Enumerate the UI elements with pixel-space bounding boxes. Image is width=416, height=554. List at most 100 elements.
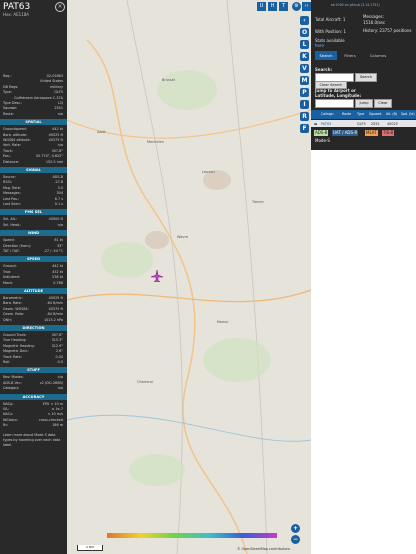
stats-here-link[interactable]: here: [315, 43, 324, 48]
detail-value: 0.788: [53, 280, 63, 285]
close-icon[interactable]: ×: [55, 2, 65, 12]
legend-tisb[interactable]: TIS-B: [382, 130, 395, 136]
detail-key: Baro. Rate:: [3, 301, 22, 306]
section-header-fms[interactable]: FMS SEL: [0, 209, 67, 216]
tab-search[interactable]: Search: [315, 51, 337, 60]
detail-value: United States: [40, 79, 63, 84]
section-header-spatial[interactable]: SPATIAL: [0, 119, 67, 126]
map-attribution[interactable]: © OpenStreetMap contributors.: [237, 547, 291, 551]
tab-filters[interactable]: Filters: [339, 51, 361, 60]
detail-key: Magnetic Heading:: [3, 343, 35, 348]
map-button-p[interactable]: P: [300, 88, 309, 97]
detail-key: Msg. Rate:: [3, 185, 21, 190]
section-header-accuracy[interactable]: ACCURACY: [0, 393, 67, 400]
detail-key: Geom. WGS84:: [3, 306, 29, 311]
column-callsign[interactable]: Callsign: [321, 112, 334, 116]
detail-value: 1013.2 hPa: [43, 317, 63, 322]
detail-key: Messages:: [3, 191, 21, 196]
detail-value: 40375 ft: [48, 306, 63, 311]
detail-key: Sel. Head.:: [3, 222, 22, 227]
map-button-t[interactable]: T: [279, 2, 288, 11]
detail-key: NACv:: [3, 412, 14, 417]
history-label: History: 23757 positions: [363, 28, 412, 33]
map-button-l[interactable]: L: [300, 40, 309, 49]
detail-key: DB flags:: [3, 84, 19, 89]
column-route[interactable]: Route: [342, 112, 351, 116]
zoom-out-button[interactable]: −: [291, 535, 300, 544]
column-squawk[interactable]: Squawk: [369, 112, 381, 116]
detail-value: 0.1 s: [54, 202, 63, 206]
section-header-direction[interactable]: DIRECTION: [0, 325, 67, 331]
detail-value: 304: [56, 191, 63, 196]
column-speed[interactable]: Spd. (kt): [401, 112, 415, 116]
detail-value: < 10 m/s: [47, 412, 63, 417]
detail-key: Source:: [3, 175, 16, 179]
column-type[interactable]: Type: [357, 112, 364, 116]
detail-key: Roll:: [3, 360, 11, 364]
map-button-h[interactable]: H: [268, 2, 277, 11]
detail-value: n/a: [57, 386, 63, 391]
row-callsign[interactable]: PAT63: [321, 122, 331, 126]
detail-key: WGS84 altitude:: [3, 138, 31, 142]
detail-value: 442 kt: [52, 127, 63, 132]
version-link[interactable]: tar1090 on github (3.14.1791): [331, 3, 380, 7]
detail-value: military: [50, 84, 63, 89]
map-button-m[interactable]: M: [300, 76, 309, 85]
detail-key: Direction (from):: [3, 243, 32, 248]
map-view[interactable]: Brussel Leuven Charleroi Namur Tienen Wa…: [67, 0, 311, 554]
zoom-in-button[interactable]: +: [291, 524, 300, 533]
detail-value: 0.00: [55, 354, 63, 359]
detail-value: 186 m: [52, 423, 63, 428]
detail-key: QNH:: [3, 317, 12, 322]
column-altitude[interactable]: Alt. (ft): [386, 112, 397, 116]
detail-key: Indicated:: [3, 275, 20, 280]
legend-adsb[interactable]: ADS-B: [314, 130, 329, 136]
expand-panel-icon[interactable]: ‹›: [302, 2, 311, 11]
map-town: Mechelen: [147, 140, 164, 144]
detail-key: Groundspeed:: [3, 127, 27, 132]
detail-value: L2J: [57, 101, 63, 105]
settings-gear-icon[interactable]: ⚙: [292, 2, 301, 11]
detail-value: 307.8°: [51, 148, 63, 153]
detail-value: 61 kt: [54, 238, 63, 243]
section-header-stuff[interactable]: STUFF: [0, 367, 67, 374]
detail-value: -64 ft/min: [46, 312, 63, 317]
detail-value: -27.8: [54, 180, 63, 185]
section-header-altitude[interactable]: ALTITUDE: [0, 288, 67, 294]
detail-key: TAT / OAT:: [3, 249, 20, 253]
detail-key: Type:: [3, 90, 12, 95]
with-position-label: With Position: 1: [315, 29, 347, 34]
map-button-v[interactable]: V: [300, 64, 309, 73]
map-button-o[interactable]: O: [300, 28, 309, 37]
detail-value: n/a: [57, 375, 63, 380]
detail-key: Barometric:: [3, 296, 23, 300]
collapse-chevron-icon[interactable]: ‹: [300, 16, 309, 25]
legend-modes[interactable]: Mode-S: [314, 138, 331, 144]
jump-input[interactable]: [315, 99, 354, 108]
map-button-u[interactable]: U: [257, 2, 266, 11]
aircraft-marker-icon[interactable]: [151, 270, 163, 282]
section-header-speed[interactable]: SPEED: [0, 256, 67, 263]
detail-value: 312.9°: [51, 343, 63, 348]
map-button-i[interactable]: I: [300, 100, 309, 109]
detail-key: Vert. Rate:: [3, 143, 21, 148]
detail-value: n/a: [57, 143, 63, 148]
map-button-k[interactable]: K: [300, 52, 309, 61]
detail-key: True Heading:: [3, 338, 27, 343]
legend-mlat[interactable]: MLAT: [365, 130, 378, 136]
detail-value: -27 / -54 °C: [43, 249, 63, 253]
section-header-wind[interactable]: WIND: [0, 230, 67, 237]
detail-value: 02-01863: [46, 74, 63, 78]
map-town: Namur: [217, 320, 229, 324]
detail-key: Category:: [3, 386, 20, 391]
tab-columns[interactable]: Columns: [365, 51, 391, 60]
section-header-signal[interactable]: SIGNAL: [0, 167, 67, 173]
map-button-r[interactable]: R: [300, 112, 309, 121]
legend-uat[interactable]: UAT / ADS-R: [332, 130, 359, 136]
jump-button[interactable]: Jump: [355, 99, 373, 108]
detail-value: 152.5 nmi: [45, 159, 63, 164]
search-button[interactable]: Search: [355, 73, 377, 82]
clear-jump-button[interactable]: Clear: [374, 99, 392, 108]
detail-value: 442 kt: [52, 264, 63, 269]
map-button-f[interactable]: F: [300, 124, 309, 133]
